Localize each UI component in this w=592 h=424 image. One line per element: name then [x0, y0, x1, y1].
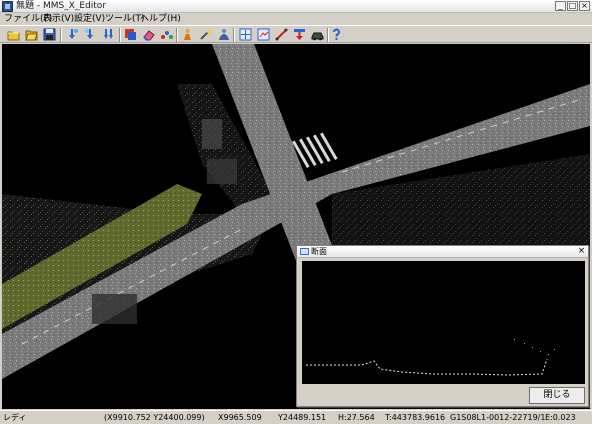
- status-t: T:443783.9616: [385, 413, 446, 422]
- eraser-icon[interactable]: [142, 28, 155, 41]
- marker-down-icon[interactable]: [84, 28, 97, 41]
- layer-icon[interactable]: [124, 28, 137, 41]
- section-profile-canvas: [302, 261, 585, 384]
- section-close-icon[interactable]: ×: [577, 247, 586, 256]
- section-title-bar[interactable]: 断面 ×: [297, 246, 588, 258]
- car-icon[interactable]: [311, 28, 324, 41]
- section-close-button[interactable]: 閉じる: [529, 387, 585, 404]
- status-frame: G1S08L1-0012-22719/1: [450, 413, 546, 422]
- app-window: 無題 - MMS_X_Editor _ □ × ファイル(F) 表示(V) 設定…: [0, 0, 592, 423]
- person-icon[interactable]: [181, 28, 194, 41]
- menu-view[interactable]: 表示(V): [42, 13, 75, 25]
- minimize-button[interactable]: _: [555, 1, 566, 11]
- user-wave-icon[interactable]: [217, 28, 230, 41]
- section-window: 断面 × 閉じる: [296, 245, 589, 407]
- section-profile: [306, 339, 555, 376]
- magic-wand-icon[interactable]: [199, 28, 212, 41]
- status-state: レディ: [3, 413, 27, 422]
- menu-help[interactable]: ヘルプ(H): [139, 13, 182, 25]
- open-folder-icon[interactable]: [25, 28, 38, 41]
- marker-add-icon[interactable]: [66, 28, 79, 41]
- save-icon[interactable]: [43, 28, 56, 41]
- menu-bar: ファイル(F) 表示(V) 設定(V) ツール(T) ヘルプ(H): [0, 13, 592, 25]
- window-icon: [300, 248, 309, 255]
- section-view-icon[interactable]: [257, 28, 270, 41]
- menu-settings[interactable]: 設定(V): [73, 13, 106, 25]
- points-icon[interactable]: [160, 28, 173, 41]
- app-icon: [2, 1, 13, 12]
- status-e: E:0.023: [545, 413, 576, 422]
- window-title: 無題 - MMS_X_Editor: [16, 1, 107, 11]
- download-icon[interactable]: [293, 28, 306, 41]
- status-h: H:27.564: [338, 413, 375, 422]
- help-icon[interactable]: [330, 28, 343, 41]
- close-button[interactable]: ×: [579, 1, 590, 11]
- crosshair-view-icon[interactable]: [239, 28, 252, 41]
- toolbar: [0, 25, 592, 43]
- status-bar: レディ (X9910.752 Y24400.099) X9965.509 Y24…: [0, 410, 592, 423]
- new-file-icon[interactable]: [7, 28, 20, 41]
- status-x: X9965.509: [218, 413, 262, 422]
- status-y: Y24489.151: [278, 413, 327, 422]
- marker-multi-icon[interactable]: [102, 28, 115, 41]
- maximize-button[interactable]: □: [567, 1, 578, 11]
- section-window-title: 断面: [311, 247, 327, 256]
- measure-line-icon[interactable]: [275, 28, 288, 41]
- status-cursor: (X9910.752 Y24400.099): [104, 413, 205, 422]
- title-bar[interactable]: 無題 - MMS_X_Editor _ □ ×: [0, 0, 592, 13]
